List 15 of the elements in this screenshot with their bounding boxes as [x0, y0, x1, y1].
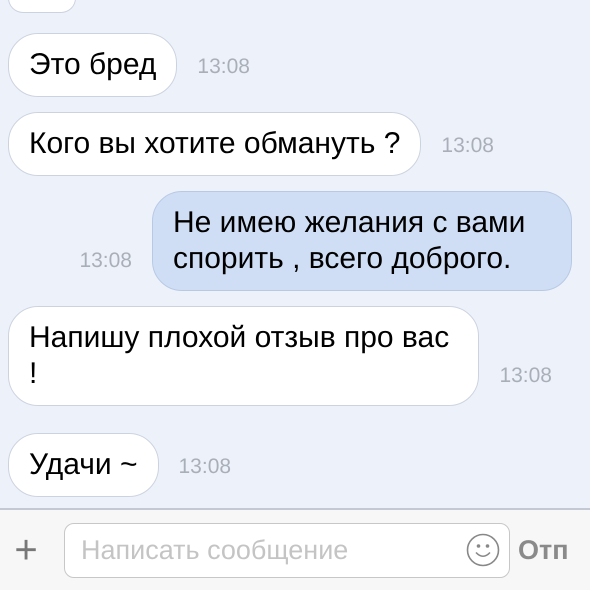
message-time: 13:08 — [441, 134, 494, 158]
message-time: 13:08 — [499, 364, 552, 388]
message-time: 13:08 — [178, 455, 232, 479]
message-bubble: Напишу плохой отзыв про вас ! — [8, 306, 480, 406]
message-bubble: Это бред — [8, 33, 178, 97]
message-bubble: Кого вы хотите обмануть ? — [8, 112, 422, 176]
message-time: 13:08 — [197, 55, 250, 79]
message-bubble — [8, 0, 76, 13]
message-time: 13:08 — [79, 249, 132, 273]
send-button[interactable]: Отп — [518, 534, 569, 566]
attach-button[interactable]: + — [8, 530, 44, 570]
message-bubble: Не имею желания с вами спорить , всего доброго. — [152, 191, 572, 291]
smiley-icon[interactable] — [466, 532, 500, 566]
message-input[interactable]: Написать сообщение — [64, 522, 510, 578]
message-bubble: Удачи ~ — [8, 433, 158, 497]
